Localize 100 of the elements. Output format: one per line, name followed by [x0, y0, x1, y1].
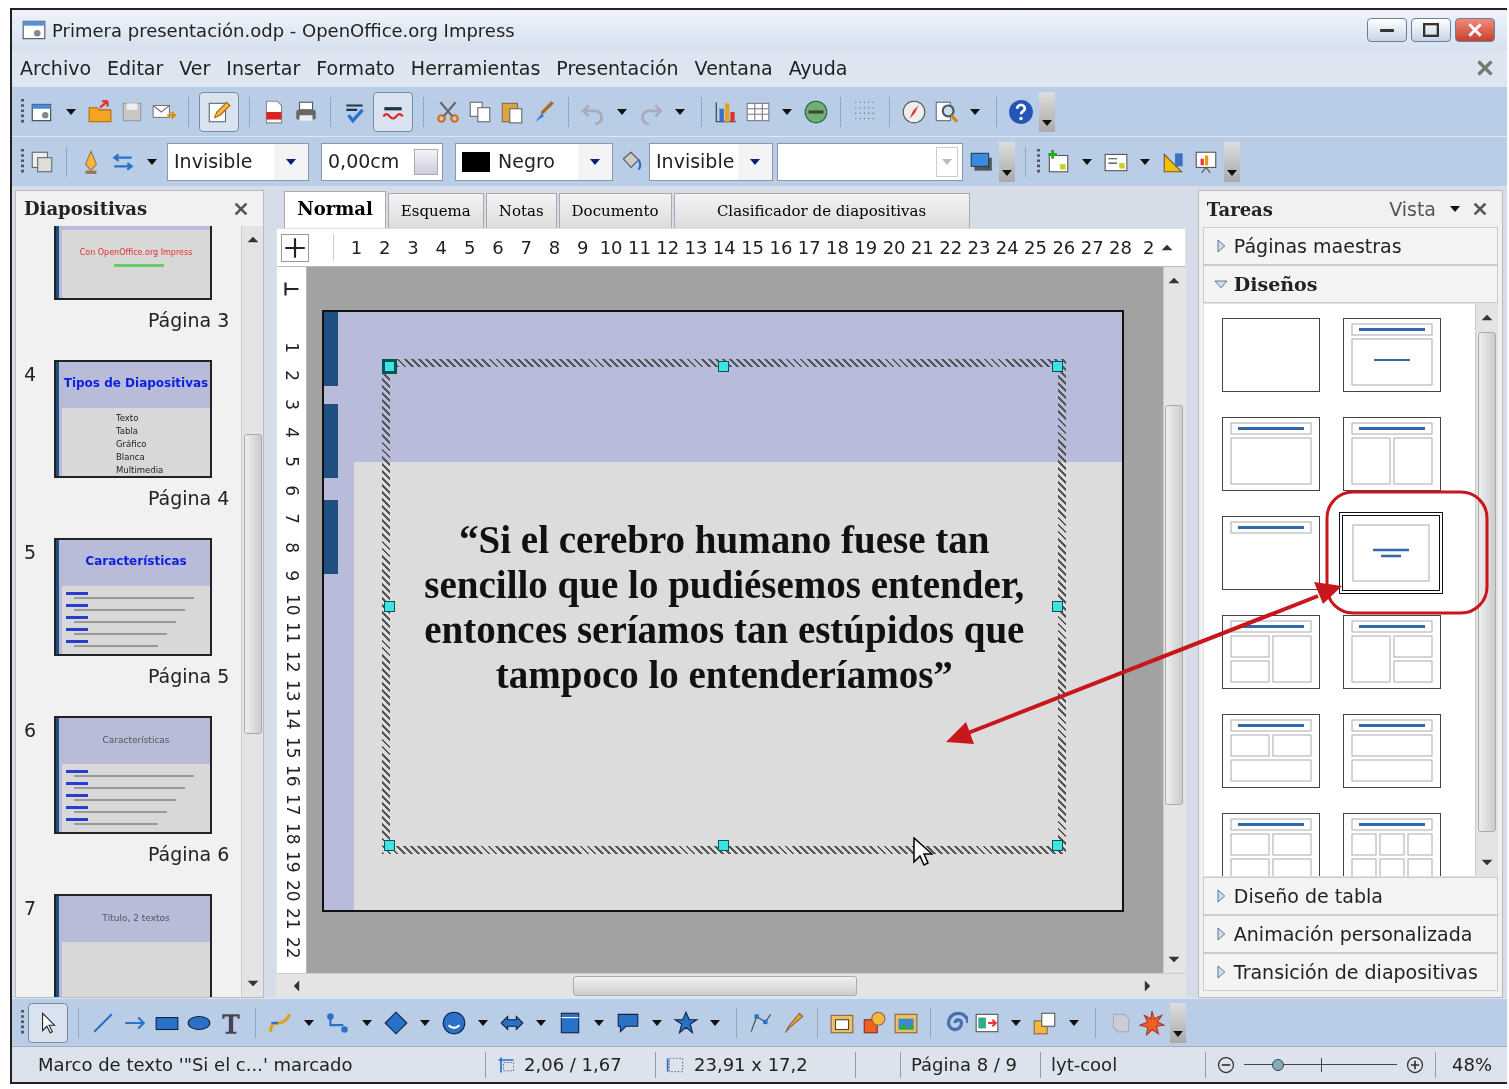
selection-frame[interactable]: “Si el cerebro humano fuese tan sencillo que lo pudiésemos entender, entonces seríamos tan estúpidos que tampoco lo entenderíamos” — [382, 359, 1067, 854]
quote-text[interactable]: “Si el cerebro humano fuese tan sencillo que lo pudiésemos entender, entonces seríamos tan estúpidos que tampoco lo entenderíamos” — [404, 516, 1045, 697]
section-header[interactable]: Animación personalizada — [1202, 915, 1498, 953]
resize-handle[interactable] — [1052, 600, 1064, 612]
toolbar-overflow-button[interactable] — [1039, 91, 1055, 132]
layout-thumbnail[interactable] — [1221, 714, 1320, 788]
layout-thumbnail[interactable] — [1343, 813, 1442, 876]
section-header[interactable]: Páginas maestras — [1202, 227, 1498, 265]
menu-item[interactable]: Presentación — [556, 53, 679, 83]
resize-handle[interactable] — [384, 600, 396, 612]
view-tab[interactable]: Normal — [284, 191, 386, 228]
pencil-icon[interactable] — [199, 91, 239, 132]
ruler-number: 14 — [281, 708, 304, 730]
view-tab[interactable]: Notas — [485, 192, 557, 228]
ruler-number: 2 — [1143, 237, 1154, 258]
caret-icon[interactable] — [1140, 158, 1150, 165]
autospellcheck-icon[interactable] — [373, 91, 413, 132]
menu-item[interactable]: Formato — [316, 53, 395, 83]
layout-thumbnail[interactable] — [1339, 512, 1444, 594]
scrollbar-thumb[interactable] — [573, 975, 858, 996]
caret-icon[interactable] — [536, 1019, 546, 1026]
menu-item[interactable]: Archivo — [20, 53, 92, 83]
slide-thumbnail[interactable]: Características — [54, 538, 212, 657]
caret-icon[interactable] — [1011, 1019, 1021, 1026]
layout-thumbnail[interactable] — [1221, 813, 1320, 876]
resize-handle[interactable] — [718, 840, 730, 851]
view-tab[interactable]: Esquema — [387, 192, 484, 228]
ruler-number: 3 — [407, 237, 419, 258]
menu-item[interactable]: Insertar — [226, 53, 301, 83]
ruler-number: 10 — [599, 237, 623, 258]
menu-item[interactable]: Herramientas — [410, 53, 541, 83]
minimize-button[interactable] — [1367, 18, 1407, 42]
ruler-number: 8 — [281, 542, 304, 553]
area-style-dropdown[interactable]: Invisible — [649, 142, 773, 181]
caret-icon[interactable] — [478, 1019, 488, 1026]
caret-icon[interactable] — [675, 108, 685, 115]
caret-icon[interactable] — [970, 108, 980, 115]
toolbar-overflow-button[interactable] — [1170, 1002, 1186, 1043]
toolbar-overflow-button[interactable] — [1224, 141, 1240, 182]
slide-number: 4 — [24, 363, 37, 386]
layout-thumbnail[interactable] — [1221, 615, 1320, 689]
resize-handle[interactable] — [384, 840, 396, 851]
scrollbar-thumb[interactable] — [1165, 405, 1184, 805]
ruler-number: 11 — [627, 237, 651, 258]
caret-icon[interactable] — [362, 1019, 372, 1026]
view-tab[interactable]: Documento — [558, 192, 672, 228]
slider-thumb[interactable] — [1271, 1058, 1284, 1071]
caret-icon[interactable] — [1082, 158, 1092, 165]
caret-icon[interactable] — [594, 1019, 604, 1026]
layout-thumbnail[interactable] — [1343, 417, 1442, 491]
caret-icon[interactable] — [782, 108, 792, 115]
menu-item[interactable]: Ventana — [694, 53, 773, 83]
caret-icon[interactable] — [147, 158, 157, 165]
bullet-text: Blanca — [116, 452, 145, 463]
caret-icon[interactable] — [710, 1019, 720, 1026]
caret-icon[interactable] — [652, 1019, 662, 1026]
menu-item[interactable]: Editar — [107, 53, 164, 83]
section-header[interactable]: Diseño de tabla — [1202, 877, 1498, 915]
caret-icon[interactable] — [304, 1019, 314, 1026]
slide-thumbnail[interactable]: Características — [54, 716, 212, 835]
menu-item[interactable]: Ayuda — [788, 53, 848, 83]
close-button[interactable] — [1455, 18, 1495, 42]
ruler-number: 16 — [769, 237, 793, 258]
section-header[interactable]: Diseños — [1202, 265, 1498, 303]
resize-handle[interactable] — [384, 361, 396, 372]
resize-handle[interactable] — [718, 361, 730, 372]
area-fill-dropdown[interactable] — [777, 142, 963, 181]
caret-icon[interactable] — [617, 108, 627, 115]
layout-thumbnail[interactable] — [1343, 714, 1442, 788]
slide-thumbnail[interactable]: Título, 2 textos — [54, 894, 212, 997]
help-icon[interactable] — [1007, 97, 1035, 126]
scrollbar-thumb[interactable] — [243, 434, 262, 735]
pointer-icon[interactable] — [28, 1002, 68, 1043]
thumbnail-title: Título, 2 textos — [102, 913, 170, 924]
burst-icon[interactable] — [1138, 1008, 1166, 1037]
caret-icon[interactable] — [420, 1019, 430, 1026]
resize-handle[interactable] — [1052, 361, 1064, 372]
layout-thumbnail[interactable] — [1221, 417, 1320, 491]
toolbar-overflow-button[interactable] — [999, 141, 1015, 182]
caret-icon[interactable] — [66, 108, 76, 115]
layout-thumbnail[interactable] — [1221, 516, 1320, 590]
layout-thumbnail[interactable] — [1221, 318, 1320, 392]
scrollbar-thumb[interactable] — [1477, 332, 1496, 832]
slide-thumbnail[interactable]: Tipos de Diapositivas Texto Tabla Gráfico Blanca Multimedia — [54, 360, 212, 479]
ruler-number: 15 — [281, 736, 304, 759]
bullet-text: Tabla — [116, 426, 138, 437]
menu-item[interactable]: Ver — [179, 53, 211, 83]
tab-stop-icon[interactable] — [281, 233, 310, 262]
line-color-dropdown[interactable]: Negro — [455, 142, 613, 181]
caret-icon[interactable] — [1069, 1019, 1079, 1026]
section-header[interactable]: Transición de diapositivas — [1202, 953, 1498, 991]
line-width-field[interactable]: 0,00cm — [321, 142, 443, 181]
line-style-dropdown[interactable]: Invisible — [167, 142, 309, 181]
object-size: 23,91 x 17,2 — [694, 1053, 808, 1077]
layout-thumbnail[interactable] — [1343, 318, 1442, 392]
layout-thumbnail[interactable] — [1343, 615, 1442, 689]
maximize-button[interactable] — [1411, 18, 1451, 42]
view-menu[interactable]: Vista — [1389, 194, 1466, 224]
resize-handle[interactable] — [1052, 840, 1064, 851]
view-tab[interactable]: Clasificador de diapositivas — [673, 192, 970, 228]
